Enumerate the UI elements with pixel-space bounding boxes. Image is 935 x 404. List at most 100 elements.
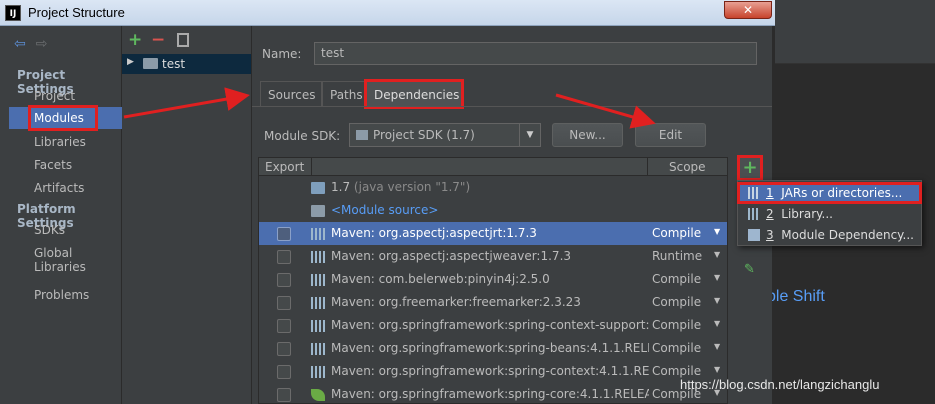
table-row[interactable]: 1.7 (java version "1.7") (259, 176, 727, 199)
dependency-name: 1.7 (java version "1.7") (331, 180, 471, 194)
platform-settings-header: Platform Settings (17, 202, 76, 230)
library-icon (311, 297, 325, 309)
close-button[interactable]: ✕ (724, 1, 772, 19)
export-checkbox[interactable] (277, 365, 291, 379)
sidebar-item-facets[interactable]: Facets (34, 158, 72, 172)
chevron-down-icon[interactable]: ▼ (714, 250, 720, 259)
background-hint-text: ble Shift (767, 288, 825, 305)
scope-value[interactable]: Compile (652, 341, 701, 355)
jar-icon (748, 187, 760, 199)
table-row[interactable]: <Module source> (259, 199, 727, 222)
column-divider (647, 158, 648, 176)
module-name-field[interactable]: test (314, 42, 757, 65)
dependency-name: Maven: com.belerweb:pinyin4j:2.5.0 (331, 272, 550, 286)
dependency-name: <Module source> (331, 203, 439, 217)
chevron-down-icon[interactable]: ▼ (714, 273, 720, 282)
library-icon (311, 366, 325, 378)
tree-node-module[interactable]: ▶ test (122, 54, 251, 74)
add-dependency-menu: 1 JARs or directories... 2 Library... 3 … (737, 180, 922, 246)
edit-pencil-icon[interactable]: ✎ (744, 262, 755, 277)
menu-item-jars-or-directories[interactable]: 1 JARs or directories... (737, 182, 922, 204)
chevron-down-icon[interactable]: ▼ (714, 365, 720, 374)
scope-value[interactable]: Compile (652, 226, 701, 240)
scope-value[interactable]: Compile (652, 364, 701, 378)
export-checkbox[interactable] (277, 342, 291, 356)
dependency-name: Maven: org.springframework:spring-contex… (331, 318, 649, 332)
annotation-highlight-modules (28, 105, 98, 131)
table-row[interactable]: Maven: org.springframework:spring-contex… (259, 360, 727, 383)
export-checkbox[interactable] (277, 250, 291, 264)
table-row[interactable]: Maven: org.aspectj:aspectjweaver:1.7.3 R… (259, 245, 727, 268)
table-row[interactable]: Maven: org.aspectj:aspectjrt:1.7.3 Compi… (259, 222, 727, 245)
dependency-name: Maven: org.springframework:spring-contex… (331, 364, 649, 378)
library-icon (311, 343, 325, 355)
table-row[interactable]: Maven: org.springframework:spring-contex… (259, 314, 727, 337)
export-checkbox[interactable] (277, 319, 291, 333)
module-tree-panel: + − ▶ test (122, 26, 252, 404)
table-row[interactable]: Maven: org.springframework:spring-core:4… (259, 383, 727, 403)
module-name-label: test (162, 57, 186, 71)
menu-item-module-dependency[interactable]: 3 Module Dependency... (738, 225, 921, 245)
tab-paths[interactable]: Paths (322, 81, 365, 107)
forward-arrow-icon[interactable]: ⇨ (36, 36, 48, 52)
module-icon (748, 229, 760, 241)
chevron-down-icon[interactable]: ▼ (519, 124, 540, 146)
dependency-name: Maven: org.springframework:spring-beans:… (331, 341, 649, 355)
settings-sidebar: ⇦ ⇨ Project Settings Project Modules Libr… (0, 26, 122, 404)
window-title: Project Structure (28, 5, 125, 20)
library-icon (311, 274, 325, 286)
dependency-name: Maven: org.freemarker:freemarker:2.3.23 (331, 295, 581, 309)
edit-sdk-button[interactable]: Edit (635, 123, 706, 147)
remove-module-icon[interactable]: − (151, 30, 165, 50)
background-toolbar (775, 0, 935, 64)
tab-divider (252, 106, 772, 107)
watermark-text: https://blog.csdn.net/langzichanglu (680, 377, 880, 392)
menu-item-label: 2 Library... (766, 207, 833, 221)
table-row[interactable]: Maven: org.springframework:spring-beans:… (259, 337, 727, 360)
column-header-export[interactable]: Export (265, 160, 304, 174)
scope-value[interactable]: Compile (652, 295, 701, 309)
table-header: Export Scope (259, 158, 727, 176)
dependency-name: Maven: org.springframework:spring-core:4… (331, 387, 649, 401)
column-header-scope[interactable]: Scope (669, 160, 706, 174)
column-divider (311, 158, 312, 176)
scope-value[interactable]: Compile (652, 272, 701, 286)
library-icon (311, 228, 325, 240)
table-row[interactable]: Maven: com.belerweb:pinyin4j:2.5.0 Compi… (259, 268, 727, 291)
module-sdk-select[interactable]: Project SDK (1.7) ▼ (349, 123, 541, 147)
menu-item-library[interactable]: 2 Library... (738, 204, 921, 224)
scope-value[interactable]: Runtime (652, 249, 702, 263)
dependencies-table: Export Scope 1.7 (java version "1.7") <M… (258, 157, 728, 404)
sidebar-item-project[interactable]: Project (34, 89, 75, 103)
tab-dependencies[interactable]: Dependencies (364, 79, 464, 109)
history-navigation: ⇦ ⇨ (14, 36, 47, 52)
menu-item-label: 3 Module Dependency... (766, 228, 914, 242)
sidebar-item-libraries[interactable]: Libraries (34, 135, 86, 149)
copy-module-icon[interactable] (177, 33, 189, 47)
expand-arrow-icon[interactable]: ▶ (127, 57, 134, 67)
export-checkbox[interactable] (277, 273, 291, 287)
dependency-name: Maven: org.aspectj:aspectjrt:1.7.3 (331, 226, 537, 240)
dependency-name: Maven: org.aspectj:aspectjweaver:1.7.3 (331, 249, 572, 263)
chevron-down-icon[interactable]: ▼ (714, 296, 720, 305)
add-dependency-button[interactable]: + (737, 155, 763, 181)
sidebar-item-artifacts[interactable]: Artifacts (34, 181, 84, 195)
export-checkbox[interactable] (277, 296, 291, 310)
library-icon (311, 251, 325, 263)
export-checkbox[interactable] (277, 388, 291, 402)
sidebar-item-global-libraries[interactable]: Global Libraries (34, 246, 121, 274)
tab-sources[interactable]: Sources (260, 81, 322, 107)
export-checkbox[interactable] (277, 227, 291, 241)
sidebar-item-problems[interactable]: Problems (34, 288, 89, 302)
sidebar-item-sdks[interactable]: SDKs (34, 223, 65, 237)
chevron-down-icon[interactable]: ▼ (714, 342, 720, 351)
table-row[interactable]: Maven: org.freemarker:freemarker:2.3.23 … (259, 291, 727, 314)
back-arrow-icon[interactable]: ⇦ (14, 36, 26, 52)
scope-value[interactable]: Compile (652, 318, 701, 332)
sdk-icon (311, 182, 325, 194)
new-sdk-button[interactable]: New... (552, 123, 623, 147)
chevron-down-icon[interactable]: ▼ (714, 319, 720, 328)
folder-icon (311, 205, 325, 217)
chevron-down-icon[interactable]: ▼ (714, 227, 720, 236)
add-module-icon[interactable]: + (128, 30, 142, 50)
